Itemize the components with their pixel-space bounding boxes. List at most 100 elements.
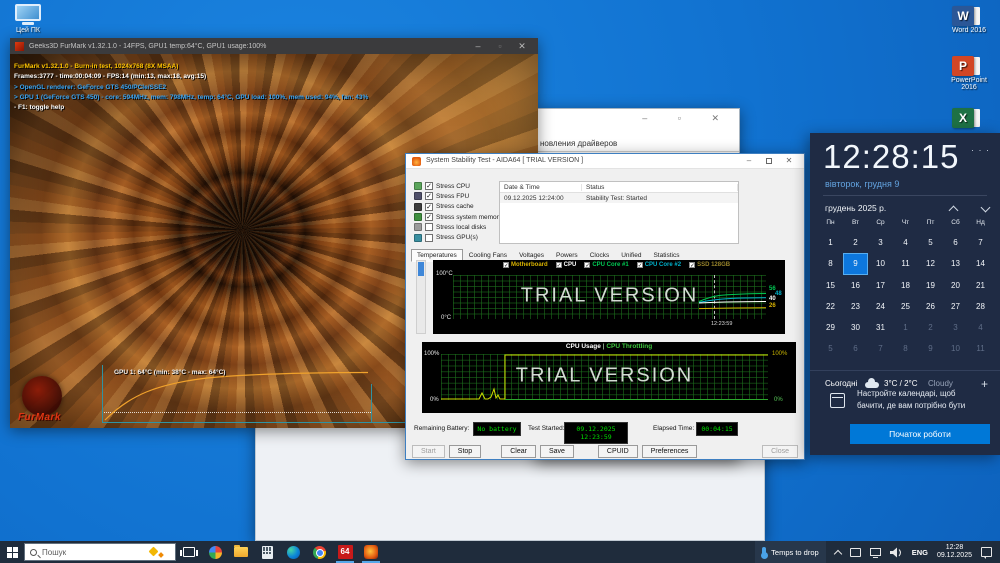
driver-window-titlebar[interactable]: – ▫ ✕ xyxy=(536,109,739,129)
aida64-close-button[interactable]: ✕ xyxy=(782,156,796,165)
calendar-day[interactable]: 2 xyxy=(918,317,943,338)
add-event-button[interactable]: + xyxy=(981,377,988,391)
save-button[interactable]: Save xyxy=(539,445,574,458)
calendar-day[interactable]: 11 xyxy=(968,338,993,359)
calendar-day[interactable]: 1 xyxy=(893,317,918,338)
calendar-day[interactable]: 11 xyxy=(893,253,918,274)
calendar-next-button[interactable] xyxy=(980,202,991,213)
calendar-day[interactable]: 10 xyxy=(943,338,968,359)
legend-checkbox[interactable]: ✓ xyxy=(584,262,591,269)
legend-checkbox[interactable]: ✓ xyxy=(555,262,562,269)
calendar-day[interactable]: 22 xyxy=(818,296,843,317)
legend-checkbox[interactable]: ✓ xyxy=(689,262,696,269)
taskbar-item-calculator[interactable] xyxy=(254,541,280,563)
calendar-day[interactable]: 6 xyxy=(843,338,868,359)
calendar-day[interactable]: 7 xyxy=(968,232,993,253)
legend-item[interactable]: ✓ CPU Core #2 xyxy=(636,262,681,269)
calendar-day[interactable]: 5 xyxy=(918,232,943,253)
task-view-button[interactable] xyxy=(176,541,202,563)
get-started-button[interactable]: Початок роботи xyxy=(850,424,990,444)
calendar-day[interactable]: 7 xyxy=(868,338,893,359)
calendar-day[interactable]: 9 xyxy=(918,338,943,359)
furmark-close-button[interactable]: ✕ xyxy=(511,41,533,52)
furmark-minimize-button[interactable]: – xyxy=(467,41,489,51)
search-input[interactable]: Пошук xyxy=(24,543,176,561)
legend-checkbox[interactable]: ✓ xyxy=(503,262,509,269)
clear-button[interactable]: Clear xyxy=(501,445,536,458)
desktop-icon-word[interactable]: W Word 2016 xyxy=(946,6,992,34)
calendar-day[interactable]: 16 xyxy=(843,275,868,296)
legend-checkbox[interactable]: ✓ xyxy=(636,262,643,269)
calendar-day[interactable]: 3 xyxy=(943,317,968,338)
legend-item[interactable]: ✓ CPU xyxy=(555,262,576,269)
aida64-minimize-button[interactable]: – xyxy=(742,156,756,165)
calendar-day[interactable]: 28 xyxy=(968,296,993,317)
stress-checkbox[interactable] xyxy=(425,233,433,242)
calendar-day[interactable]: 4 xyxy=(968,317,993,338)
desktop-icon-excel[interactable]: X xyxy=(946,108,992,129)
aida64-titlebar[interactable]: System Stability Test - AIDA64 [ TRIAL V… xyxy=(406,154,804,169)
calendar-day[interactable]: 24 xyxy=(868,296,893,317)
calendar-day[interactable]: 8 xyxy=(818,253,843,274)
calendar-day[interactable]: 19 xyxy=(918,275,943,296)
calendar-day[interactable]: 13 xyxy=(943,253,968,274)
calendar-month-header[interactable]: грудень 2025 р. xyxy=(825,203,886,213)
calendar-day[interactable]: 21 xyxy=(968,275,993,296)
stress-checkbox[interactable]: ✓ xyxy=(425,192,433,201)
desktop-icon-this-pc[interactable]: Цей ПК xyxy=(5,4,51,34)
aida64-maximize-button[interactable] xyxy=(762,157,776,166)
legend-item[interactable]: ✓ CPU Core #1 xyxy=(584,262,629,269)
tray-network-icon[interactable] xyxy=(869,548,881,558)
calendar-day[interactable]: 6 xyxy=(943,232,968,253)
start-button[interactable] xyxy=(0,541,24,563)
furmark-titlebar[interactable]: Geeks3D FurMark v1.32.1.0 - 14FPS, GPU1 … xyxy=(10,38,538,54)
stress-checkbox[interactable] xyxy=(425,223,433,232)
taskbar-item-aida64[interactable]: 64 xyxy=(332,541,358,563)
stress-checkbox[interactable]: ✓ xyxy=(425,213,433,222)
hidden-icons-button[interactable] xyxy=(833,548,842,558)
cpuid-button[interactable]: CPUID xyxy=(597,445,638,458)
stop-button[interactable]: Stop xyxy=(448,445,482,458)
calendar-day[interactable]: 30 xyxy=(843,317,868,338)
log-col-status[interactable]: Status xyxy=(582,183,738,191)
calendar-day[interactable]: 4 xyxy=(893,232,918,253)
graph-scrollbar[interactable] xyxy=(416,260,426,334)
calendar-day[interactable]: 12 xyxy=(918,253,943,274)
calendar-day[interactable]: 26 xyxy=(918,296,943,317)
graph-scrollbar-thumb[interactable] xyxy=(418,262,424,276)
calendar-day[interactable]: 18 xyxy=(893,275,918,296)
calendar-day[interactable]: 9 xyxy=(843,253,868,275)
taskbar-item-edge[interactable] xyxy=(280,541,306,563)
calendar-day[interactable]: 31 xyxy=(868,317,893,338)
calendar-day[interactable]: 5 xyxy=(818,338,843,359)
calendar-day[interactable]: 25 xyxy=(893,296,918,317)
action-center-icon[interactable] xyxy=(981,547,992,559)
calendar-day[interactable]: 15 xyxy=(818,275,843,296)
calendar-day[interactable]: 1 xyxy=(818,232,843,253)
preferences-button[interactable]: Preferences xyxy=(641,445,698,458)
calendar-day[interactable]: 3 xyxy=(868,232,893,253)
legend-item[interactable]: ✓ SSD 128GB xyxy=(689,262,730,269)
desktop-icon-powerpoint[interactable]: P PowerPoint 2016 xyxy=(946,56,992,91)
calendar-day[interactable]: 14 xyxy=(968,253,993,274)
tray-volume-icon[interactable] xyxy=(889,547,903,558)
stress-checkbox[interactable]: ✓ xyxy=(425,202,433,211)
log-col-datetime[interactable]: Date & Time xyxy=(500,183,582,191)
furmark-maximize-button[interactable]: ▫ xyxy=(489,41,511,51)
taskbar-item-furmark[interactable] xyxy=(358,541,384,563)
taskbar-weather-widget[interactable]: Temps to drop xyxy=(755,541,826,563)
calendar-day[interactable]: 23 xyxy=(843,296,868,317)
taskbar-item-chrome[interactable] xyxy=(306,541,332,563)
calendar-day[interactable]: 27 xyxy=(943,296,968,317)
calendar-prev-button[interactable] xyxy=(948,205,959,216)
calendar-day[interactable]: 17 xyxy=(868,275,893,296)
calendar-day[interactable]: 10 xyxy=(868,253,893,274)
stress-checkbox[interactable]: ✓ xyxy=(425,182,433,191)
calendar-day[interactable]: 20 xyxy=(943,275,968,296)
taskbar-item-widgets[interactable] xyxy=(202,541,228,563)
driver-window-controls[interactable]: – ▫ ✕ xyxy=(642,113,733,124)
calendar-day[interactable]: 29 xyxy=(818,317,843,338)
calendar-day[interactable]: 2 xyxy=(843,232,868,253)
language-indicator[interactable]: ENG xyxy=(912,548,928,557)
clock-more-options[interactable]: · · · xyxy=(971,145,990,155)
